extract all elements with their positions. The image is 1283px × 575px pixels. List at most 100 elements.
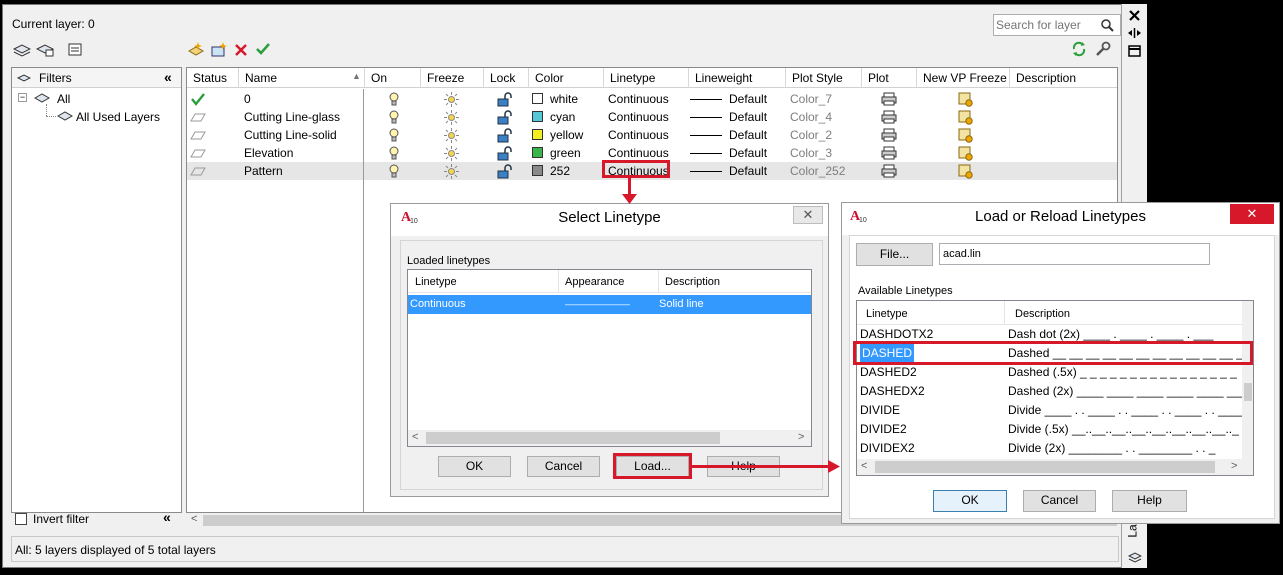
- lightbulb-on-icon[interactable]: [389, 164, 399, 182]
- column-header-description[interactable]: Description: [1010, 68, 1117, 88]
- scroll-left-icon[interactable]: <: [412, 431, 418, 443]
- available-linetypes-list[interactable]: Linetype Description DASHDOTX2 Dash dot (…: [856, 300, 1254, 476]
- new-vp-frozen-layer-icon[interactable]: [210, 41, 228, 57]
- cancel-button[interactable]: Cancel: [527, 456, 600, 477]
- loaded-linetype-row[interactable]: Continuous ———————— Solid line: [408, 295, 811, 314]
- layer-name[interactable]: Pattern: [244, 162, 283, 180]
- close-icon[interactable]: [1128, 9, 1141, 22]
- sun-thawed-icon[interactable]: [444, 164, 459, 182]
- layer-name[interactable]: Elevation: [244, 144, 293, 162]
- column-header-linetype[interactable]: Linetype: [866, 308, 908, 320]
- layer-linetype[interactable]: Continuous: [608, 126, 669, 144]
- layer-row[interactable]: 0 white Continuous Default Color_7: [187, 90, 1117, 108]
- scroll-left-icon[interactable]: <: [191, 513, 197, 525]
- scroll-left-icon[interactable]: <: [861, 460, 867, 472]
- layer-color[interactable]: green: [532, 144, 581, 162]
- properties-icon[interactable]: [1128, 45, 1141, 57]
- refresh-icon[interactable]: [1071, 41, 1087, 57]
- delete-layer-icon[interactable]: [234, 43, 248, 57]
- new-layer-icon[interactable]: [187, 41, 205, 57]
- collapse-filters-icon[interactable]: «: [164, 69, 172, 85]
- column-header-lineweight[interactable]: Lineweight: [689, 68, 786, 88]
- layer-color[interactable]: yellow: [532, 126, 583, 144]
- available-linetype-row[interactable]: DASHEDX2 Dashed (2x) ____ ____ ____ ____ …: [858, 382, 1242, 401]
- layer-color[interactable]: white: [532, 90, 578, 108]
- layer-plot-style: Color_7: [790, 92, 833, 106]
- available-linetype-row[interactable]: DIVIDE2 Divide (.5x) __..__..__..__..__..…: [858, 420, 1242, 439]
- column-header-linetype[interactable]: Linetype: [415, 276, 457, 288]
- column-header-new-vp-freeze[interactable]: New VP Freeze: [917, 68, 1010, 88]
- layer-plot-style: Color_252: [790, 164, 846, 178]
- layer-lineweight[interactable]: Default: [690, 162, 767, 180]
- column-header-on[interactable]: On: [365, 68, 421, 88]
- dialog-close-button[interactable]: ✕: [793, 206, 823, 224]
- column-header-description[interactable]: Description: [1015, 308, 1070, 320]
- layer-lineweight[interactable]: Default: [690, 90, 767, 108]
- vp-freeze-icon[interactable]: [958, 164, 974, 182]
- column-divider: [1004, 301, 1005, 324]
- linetype-name: Continuous: [410, 298, 466, 310]
- lineweight-value: Default: [729, 164, 768, 178]
- available-linetype-row[interactable]: DASHED2 Dashed (.5x) _ _ _ _ _ _ _ _ _ _ …: [858, 363, 1242, 382]
- loaded-list-scrollbar[interactable]: < >: [408, 430, 811, 446]
- current-layer-label: Current layer: 0: [12, 17, 95, 31]
- column-header-description[interactable]: Description: [665, 276, 720, 288]
- set-current-icon[interactable]: [255, 42, 271, 56]
- unlocked-padlock-icon[interactable]: [497, 164, 512, 182]
- layer-name[interactable]: 0: [244, 90, 251, 108]
- new-property-filter-icon[interactable]: [13, 41, 31, 57]
- column-header-color[interactable]: Color: [529, 68, 604, 88]
- search-input[interactable]: [996, 17, 1098, 33]
- column-header-plot-style[interactable]: Plot Style: [786, 68, 862, 88]
- layer-name[interactable]: Cutting Line-glass: [244, 108, 340, 126]
- layer-lineweight[interactable]: Default: [690, 126, 767, 144]
- loaded-linetypes-list[interactable]: Linetype Appearance Description Continuo…: [407, 269, 812, 447]
- available-list-scrollbar[interactable]: < >: [857, 459, 1253, 475]
- search-box[interactable]: [993, 14, 1121, 36]
- layer-linetype[interactable]: Continuous: [608, 108, 669, 126]
- help-button[interactable]: Help: [1112, 490, 1187, 512]
- color-swatch: [532, 147, 543, 158]
- layer-name[interactable]: Cutting Line-solid: [244, 126, 337, 144]
- tree-item-all-used-layers[interactable]: All Used Layers: [76, 110, 160, 124]
- ok-button[interactable]: OK: [438, 456, 511, 477]
- scroll-thumb[interactable]: [1244, 383, 1252, 401]
- settings-wrench-icon[interactable]: [1095, 41, 1111, 57]
- search-icon[interactable]: [1101, 19, 1114, 32]
- scroll-right-icon[interactable]: >: [1231, 460, 1237, 472]
- layer-row[interactable]: Cutting Line-solid yellow Continuous Defaul…: [187, 126, 1117, 144]
- printer-icon[interactable]: [881, 164, 897, 182]
- column-header-plot[interactable]: Plot: [862, 68, 917, 88]
- layer-color[interactable]: cyan: [532, 108, 575, 126]
- tree-item-all[interactable]: All: [57, 92, 70, 106]
- scroll-thumb[interactable]: [875, 461, 1215, 473]
- available-linetype-row[interactable]: DIVIDE Divide ____ . . ____ . . ____ . . …: [858, 401, 1242, 420]
- dialog-close-button[interactable]: ✕: [1230, 204, 1274, 224]
- scroll-thumb[interactable]: [426, 432, 720, 444]
- column-header-freeze[interactable]: Freeze: [421, 68, 484, 88]
- layer-linetype[interactable]: Continuous: [608, 90, 669, 108]
- new-group-filter-icon[interactable]: [36, 41, 54, 57]
- ok-button[interactable]: OK: [933, 490, 1007, 512]
- column-header-lock[interactable]: Lock: [484, 68, 529, 88]
- frozen-column-divider: [363, 89, 364, 512]
- tree-expand-icon[interactable]: −: [18, 93, 27, 102]
- layer-lineweight[interactable]: Default: [690, 108, 767, 126]
- column-header-appearance[interactable]: Appearance: [565, 276, 624, 288]
- column-header-name[interactable]: Name: [239, 68, 365, 88]
- column-header-status[interactable]: Status: [187, 68, 239, 88]
- available-linetype-row[interactable]: DIVIDEX2 Divide (2x) ________ . . _______…: [858, 439, 1242, 458]
- file-name-field[interactable]: acad.lin: [939, 243, 1210, 265]
- layer-states-manager-icon[interactable]: [67, 41, 85, 57]
- column-header-linetype[interactable]: Linetype: [604, 68, 689, 88]
- file-button[interactable]: File...: [856, 243, 933, 266]
- vertical-scrollbar[interactable]: [1242, 301, 1253, 459]
- invert-filter-checkbox[interactable]: [15, 513, 27, 525]
- expand-filters-icon[interactable]: «: [163, 509, 171, 525]
- layer-color[interactable]: 252: [532, 162, 570, 180]
- auto-hide-icon[interactable]: [1127, 27, 1142, 39]
- layer-row[interactable]: Cutting Line-glass cyan Continuous Default C…: [187, 108, 1117, 126]
- cancel-button[interactable]: Cancel: [1023, 490, 1096, 512]
- scroll-right-icon[interactable]: >: [798, 431, 804, 443]
- layer-lineweight[interactable]: Default: [690, 144, 767, 162]
